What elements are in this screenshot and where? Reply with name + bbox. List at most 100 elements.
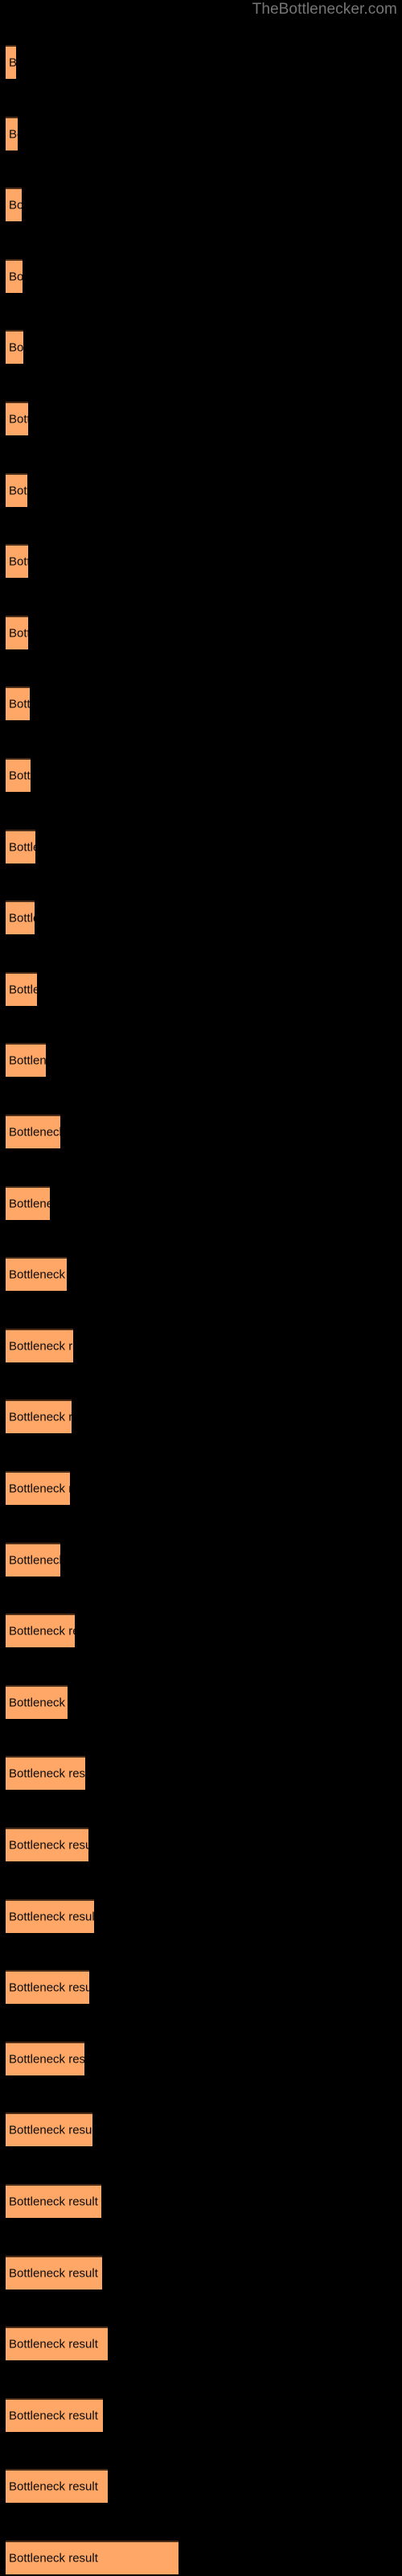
bar-row: Bottleneck result xyxy=(0,1399,402,1435)
bar[interactable]: Bottleneck result xyxy=(6,45,16,79)
bar-row: Bottleneck result xyxy=(0,1115,402,1150)
bar-row: Bottleneck result xyxy=(0,1471,402,1506)
bar-label: Bottleneck result xyxy=(9,1339,73,1354)
bar-row: Bottleneck result xyxy=(0,1898,402,1935)
bar-label: Bottleneck result xyxy=(9,1053,46,1068)
bar-label: Bottleneck result xyxy=(9,1838,88,1853)
bar[interactable]: Bottleneck result xyxy=(6,2327,108,2361)
bar-label: Bottleneck result xyxy=(9,2409,98,2423)
bar-row: Bottleneck result xyxy=(0,901,402,936)
bar[interactable]: Bottleneck result xyxy=(6,2469,108,2504)
bar-row: Bottleneck result xyxy=(0,2469,402,2504)
bar-row: Bottleneck result xyxy=(0,971,402,1008)
bar[interactable]: Bottleneck result xyxy=(6,686,30,721)
bar-row: Bottleneck result xyxy=(0,1614,402,1649)
bar[interactable]: Bottleneck result xyxy=(6,1328,73,1362)
bar[interactable]: Bottleneck result xyxy=(6,2184,101,2218)
bar-row: Bottleneck result xyxy=(0,2041,402,2077)
bar-row: Bottleneck result xyxy=(0,1185,402,1222)
bar-label: Bottleneck result xyxy=(9,1910,94,1924)
bar-row: Bottleneck result xyxy=(0,1828,402,1863)
bar-label: Bottleneck result xyxy=(9,1766,85,1781)
bar[interactable]: Bottleneck result xyxy=(6,971,37,1006)
bar-label: Bottleneck result xyxy=(9,1482,70,1496)
bar-label: Bottleneck result xyxy=(9,697,30,711)
bar[interactable]: Bottleneck result xyxy=(6,1185,50,1220)
chart-plot-area: Bottleneck result Bottleneck result Bottle… xyxy=(0,0,402,2575)
bar-row: Bottleneck result xyxy=(0,188,402,223)
bar-row: Bottleneck result xyxy=(0,686,402,722)
bar-label: Bottleneck result xyxy=(9,270,23,284)
bar-row: Bottleneck result xyxy=(0,2255,402,2291)
bar[interactable]: Bottleneck result xyxy=(6,1115,60,1148)
bar-row: Bottleneck result xyxy=(0,402,402,437)
bar-row: Bottleneck result xyxy=(0,829,402,865)
bar[interactable]: Bottleneck result xyxy=(6,1756,85,1791)
bar-label: Bottleneck result xyxy=(9,1267,67,1282)
bar[interactable]: Bottleneck result xyxy=(6,2041,84,2075)
bar-label: Bottleneck result xyxy=(9,1980,89,1995)
bar[interactable]: Bottleneck result xyxy=(6,2397,103,2432)
bar[interactable]: Bottleneck result xyxy=(6,1542,60,1577)
bar[interactable]: Bottleneck result xyxy=(6,1399,72,1434)
bar-label: Bottleneck result xyxy=(9,56,16,70)
bar-row: Bottleneck result xyxy=(0,1257,402,1292)
bar-label: Bottleneck result xyxy=(9,769,31,783)
bar[interactable]: Bottleneck result xyxy=(6,1684,68,1719)
bar-row: Bottleneck result xyxy=(0,45,402,80)
bar-label: Bottleneck result xyxy=(9,2266,98,2281)
bar-label: Bottleneck result xyxy=(9,840,35,855)
bar-row: Bottleneck result xyxy=(0,1756,402,1791)
bar-row: Bottleneck result xyxy=(0,1328,402,1364)
bar-label: Bottleneck result xyxy=(9,983,37,997)
bar[interactable]: Bottleneck result xyxy=(6,472,27,507)
bar-label: Bottleneck result xyxy=(9,1410,72,1424)
bar-label: Bottleneck result xyxy=(9,2337,98,2351)
bar[interactable]: Bottleneck result xyxy=(6,1614,75,1648)
bar[interactable]: Bottleneck result xyxy=(6,1970,89,2005)
bar[interactable]: Bottleneck result xyxy=(6,2112,92,2147)
bar[interactable]: Bottleneck result xyxy=(6,402,28,435)
bar[interactable]: Bottleneck result xyxy=(6,829,35,863)
bar-row: Bottleneck result xyxy=(0,615,402,651)
bar[interactable]: Bottleneck result xyxy=(6,2255,102,2290)
bar[interactable]: Bottleneck result xyxy=(6,1471,70,1505)
bar-row: Bottleneck result xyxy=(0,116,402,152)
bar-label: Bottleneck result xyxy=(9,2551,98,2566)
bar[interactable]: Bottleneck result xyxy=(6,901,35,935)
bar[interactable]: Bottleneck result xyxy=(6,2541,178,2574)
bar-row: Bottleneck result xyxy=(0,330,402,365)
bar-row: Bottleneck result xyxy=(0,1043,402,1078)
bar[interactable]: Bottleneck result xyxy=(6,544,28,579)
bar[interactable]: Bottleneck result xyxy=(6,258,23,293)
bar-row: Bottleneck result xyxy=(0,758,402,793)
bottleneck-bar-chart: TheBottlenecker.com Bottleneck resultBot… xyxy=(0,0,402,2575)
bar-label: Bottleneck result xyxy=(9,1696,68,1710)
bar-label: Bottleneck result xyxy=(9,1553,60,1568)
bar[interactable]: Bottleneck result xyxy=(6,330,23,365)
bar[interactable]: Bottleneck result xyxy=(6,1828,88,1861)
bar-label: Bottleneck result xyxy=(9,340,23,355)
bar-label: Bottleneck result xyxy=(9,1125,60,1140)
bar[interactable]: Bottleneck result xyxy=(6,188,22,222)
bar-row: Bottleneck result xyxy=(0,2541,402,2576)
bar-label: Bottleneck result xyxy=(9,127,18,142)
bar[interactable]: Bottleneck result xyxy=(6,1898,94,1933)
bar-label: Bottleneck result xyxy=(9,911,35,925)
bar-row: Bottleneck result xyxy=(0,472,402,509)
bar-row: Bottleneck result xyxy=(0,258,402,295)
bar[interactable]: Bottleneck result xyxy=(6,116,18,150)
bar-row: Bottleneck result xyxy=(0,2397,402,2434)
bar-row: Bottleneck result xyxy=(0,1542,402,1578)
bar-label: Bottleneck result xyxy=(9,1624,75,1638)
bar-label: Bottleneck result xyxy=(9,484,27,498)
bar[interactable]: Bottleneck result xyxy=(6,758,31,792)
bar[interactable]: Bottleneck result xyxy=(6,1043,46,1078)
bar[interactable]: Bottleneck result xyxy=(6,615,28,649)
bar-row: Bottleneck result xyxy=(0,544,402,579)
bar-label: Bottleneck result xyxy=(9,2479,98,2494)
bar-label: Bottleneck result xyxy=(9,554,28,569)
bar-row: Bottleneck result xyxy=(0,1970,402,2005)
bar-row: Bottleneck result xyxy=(0,2327,402,2362)
bar[interactable]: Bottleneck result xyxy=(6,1257,67,1292)
